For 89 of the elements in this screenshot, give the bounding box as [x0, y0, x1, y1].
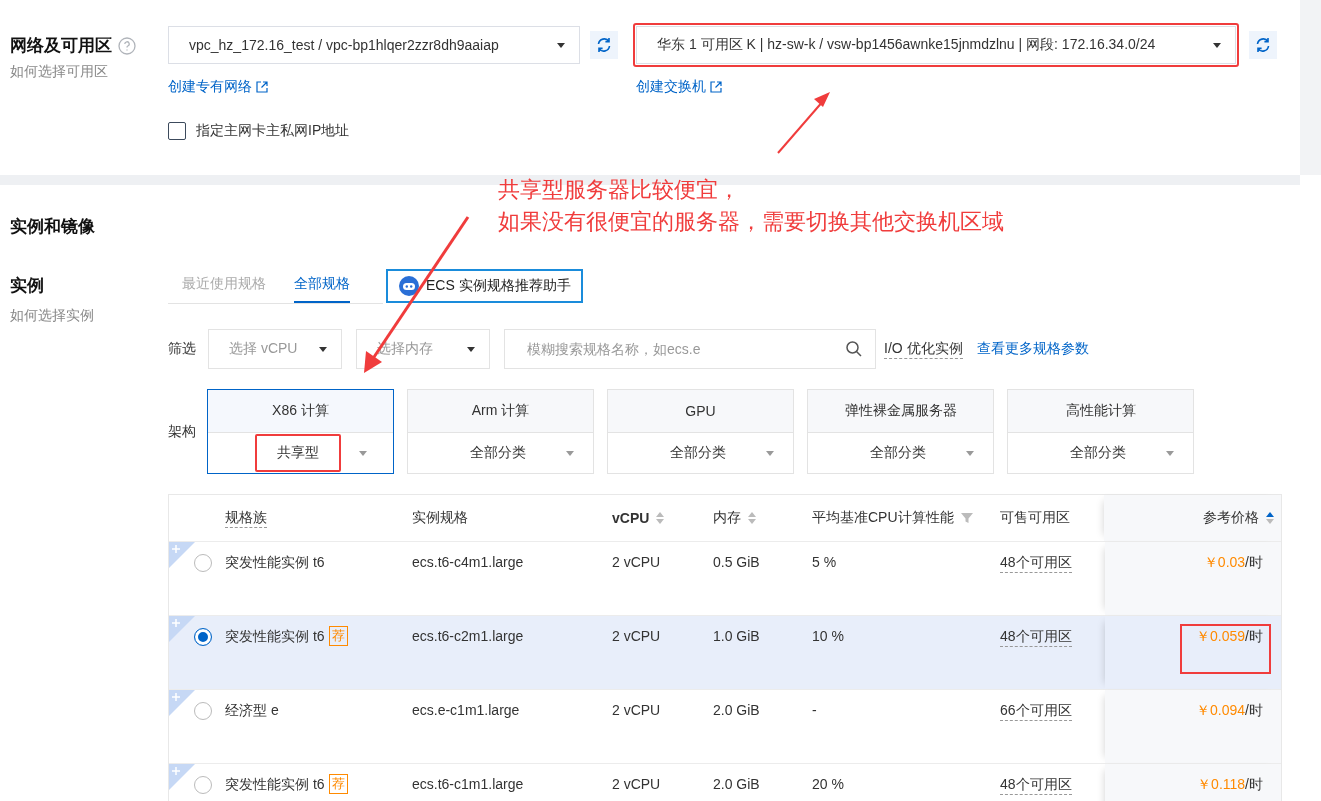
column-header: 实例规格 — [412, 509, 468, 527]
section-title: 实例和镜像 — [9, 216, 95, 238]
section-label: 实例 — [10, 275, 45, 297]
robot-icon — [398, 275, 420, 297]
external-link-icon[interactable] — [710, 81, 722, 93]
zones-link[interactable]: 48个可用区 — [1000, 554, 1072, 573]
tab[interactable]: 全部规格 — [294, 268, 350, 303]
vpc-select[interactable]: vpc_hz_172.16_test / vpc-bp1hlqer2zzr8dh9aaiap — [168, 26, 580, 64]
table-cell-text: 2 vCPU — [612, 775, 662, 794]
category-select[interactable]: 共享型 — [254, 434, 341, 472]
zones-link[interactable]: 48个可用区 — [1000, 776, 1072, 795]
architecture-name: Arm 计算 — [408, 390, 593, 433]
price-cell-text: ￥0.118/时 — [1196, 775, 1264, 794]
assistant-button[interactable]: ECS 实例规格推荐助手 — [386, 269, 583, 303]
column-header: 规格族 — [225, 508, 267, 528]
table-cell-text: ecs.t6-c1m1.large — [412, 775, 525, 794]
radio-button[interactable] — [194, 776, 212, 794]
column-header: 平均基准CPU计算性能 — [812, 509, 954, 527]
checkbox[interactable] — [168, 122, 186, 140]
help-link[interactable]: 如何选择实例 — [10, 307, 168, 325]
search-box[interactable]: 模糊搜索规格名称，如ecs.e — [504, 329, 876, 369]
architecture-card[interactable]: 弹性裸金属服务器 全部分类 — [807, 389, 994, 474]
io-optimized-label: I/O 优化实例 — [884, 339, 963, 359]
category-select[interactable]: 全部分类 — [1047, 434, 1148, 472]
more-params-link[interactable]: 查看更多规格参数 — [976, 340, 1089, 358]
table-cell: 突发性能实例 t6 — [225, 554, 325, 572]
vswitch-select[interactable]: 华东 1 可用区 K | hz-sw-k / vsw-bp1456awnke15jnmdzlnu | 网段: 172.16.34.0/24 — [636, 26, 1236, 64]
architecture-name: 弹性裸金属服务器 — [808, 390, 993, 433]
table-cell-text: 20 % — [812, 775, 845, 794]
table-cell-text: ecs.t6-c2m1.large — [412, 627, 525, 646]
table-cell-text: 2.0 GiB — [713, 701, 761, 720]
refresh-icon[interactable] — [1249, 31, 1277, 59]
section-label: 网络及可用区 — [10, 35, 112, 57]
corner-plus-icon[interactable] — [169, 690, 195, 716]
radio-button[interactable] — [194, 702, 212, 720]
recommend-tag: 荐 — [328, 626, 348, 646]
architecture-name: GPU — [608, 390, 793, 433]
architecture-card[interactable]: X86 计算 共享型 — [207, 389, 394, 474]
price-cell-text: ￥0.03/时 — [1202, 553, 1264, 572]
architecture-name: X86 计算 — [208, 390, 393, 433]
corner-plus-icon[interactable] — [169, 764, 195, 790]
checkbox-label: 指定主网卡主私网IP地址 — [196, 122, 350, 140]
architecture-card[interactable]: GPU 全部分类 — [607, 389, 794, 474]
help-icon[interactable] — [118, 36, 136, 55]
price-cell-text: ￥0.094/时 — [1195, 701, 1264, 720]
create-vswitch-link[interactable]: 创建交换机 — [636, 78, 1239, 96]
help-link[interactable]: 如何选择可用区 — [10, 63, 168, 81]
filter-icon[interactable] — [959, 511, 974, 525]
radio-button[interactable] — [194, 628, 212, 646]
category-select[interactable]: 全部分类 — [647, 434, 748, 472]
architecture-name: 高性能计算 — [1008, 390, 1193, 433]
recommend-tag: 荐 — [328, 774, 348, 794]
corner-plus-icon[interactable] — [169, 542, 195, 568]
zones-link[interactable]: 66个可用区 — [1000, 702, 1072, 721]
radio-button[interactable] — [194, 554, 212, 572]
table-cell-text: 2 vCPU — [612, 701, 662, 720]
annotation-text: 共享型服务器比较便宜， — [498, 176, 741, 204]
table-cell-text: - — [812, 701, 818, 720]
table-cell-text: 2 vCPU — [612, 553, 662, 572]
create-vpc-link[interactable]: 创建专有网络 — [168, 78, 580, 96]
category-select[interactable]: 全部分类 — [447, 434, 548, 472]
sort-icon[interactable] — [1265, 511, 1275, 525]
table-cell-text: 2 vCPU — [612, 627, 662, 646]
annotation-arrow — [777, 92, 830, 154]
table-cell-text: 0.5 GiB — [713, 553, 761, 572]
search-icon[interactable] — [845, 340, 863, 358]
table-cell: 突发性能实例 t6 — [225, 776, 325, 794]
table-cell-text: ecs.e-c1m1.large — [412, 701, 521, 720]
price-cell: ￥0.059/时 — [1180, 624, 1271, 674]
refresh-icon[interactable] — [590, 31, 618, 59]
column-header: 内存 — [713, 509, 741, 527]
category-select[interactable]: 全部分类 — [847, 434, 948, 472]
table-cell-text: 1.0 GiB — [713, 627, 761, 646]
architecture-card[interactable]: Arm 计算 全部分类 — [407, 389, 594, 474]
column-header: 参考价格 — [1203, 509, 1259, 527]
architecture-label: 架构 — [168, 422, 197, 441]
annotation-text: 如果没有很便宜的服务器，需要切换其他交换机区域 — [498, 208, 1004, 236]
column-header: 可售可用区 — [1000, 509, 1070, 527]
architecture-card[interactable]: 高性能计算 全部分类 — [1007, 389, 1194, 474]
table-cell: 经济型 e — [225, 702, 279, 720]
table-cell-text: 2.0 GiB — [713, 775, 761, 794]
table-cell-text: 5 % — [812, 553, 838, 572]
table-cell: 突发性能实例 t6 — [225, 628, 325, 646]
table-cell-text: ecs.t6-c4m1.large — [412, 553, 525, 572]
zones-link[interactable]: 48个可用区 — [1000, 628, 1072, 647]
external-link-icon[interactable] — [256, 81, 268, 93]
filter-label: 筛选 — [168, 340, 197, 358]
table-cell-text: 10 % — [812, 627, 845, 646]
column-header: vCPU — [612, 510, 650, 526]
